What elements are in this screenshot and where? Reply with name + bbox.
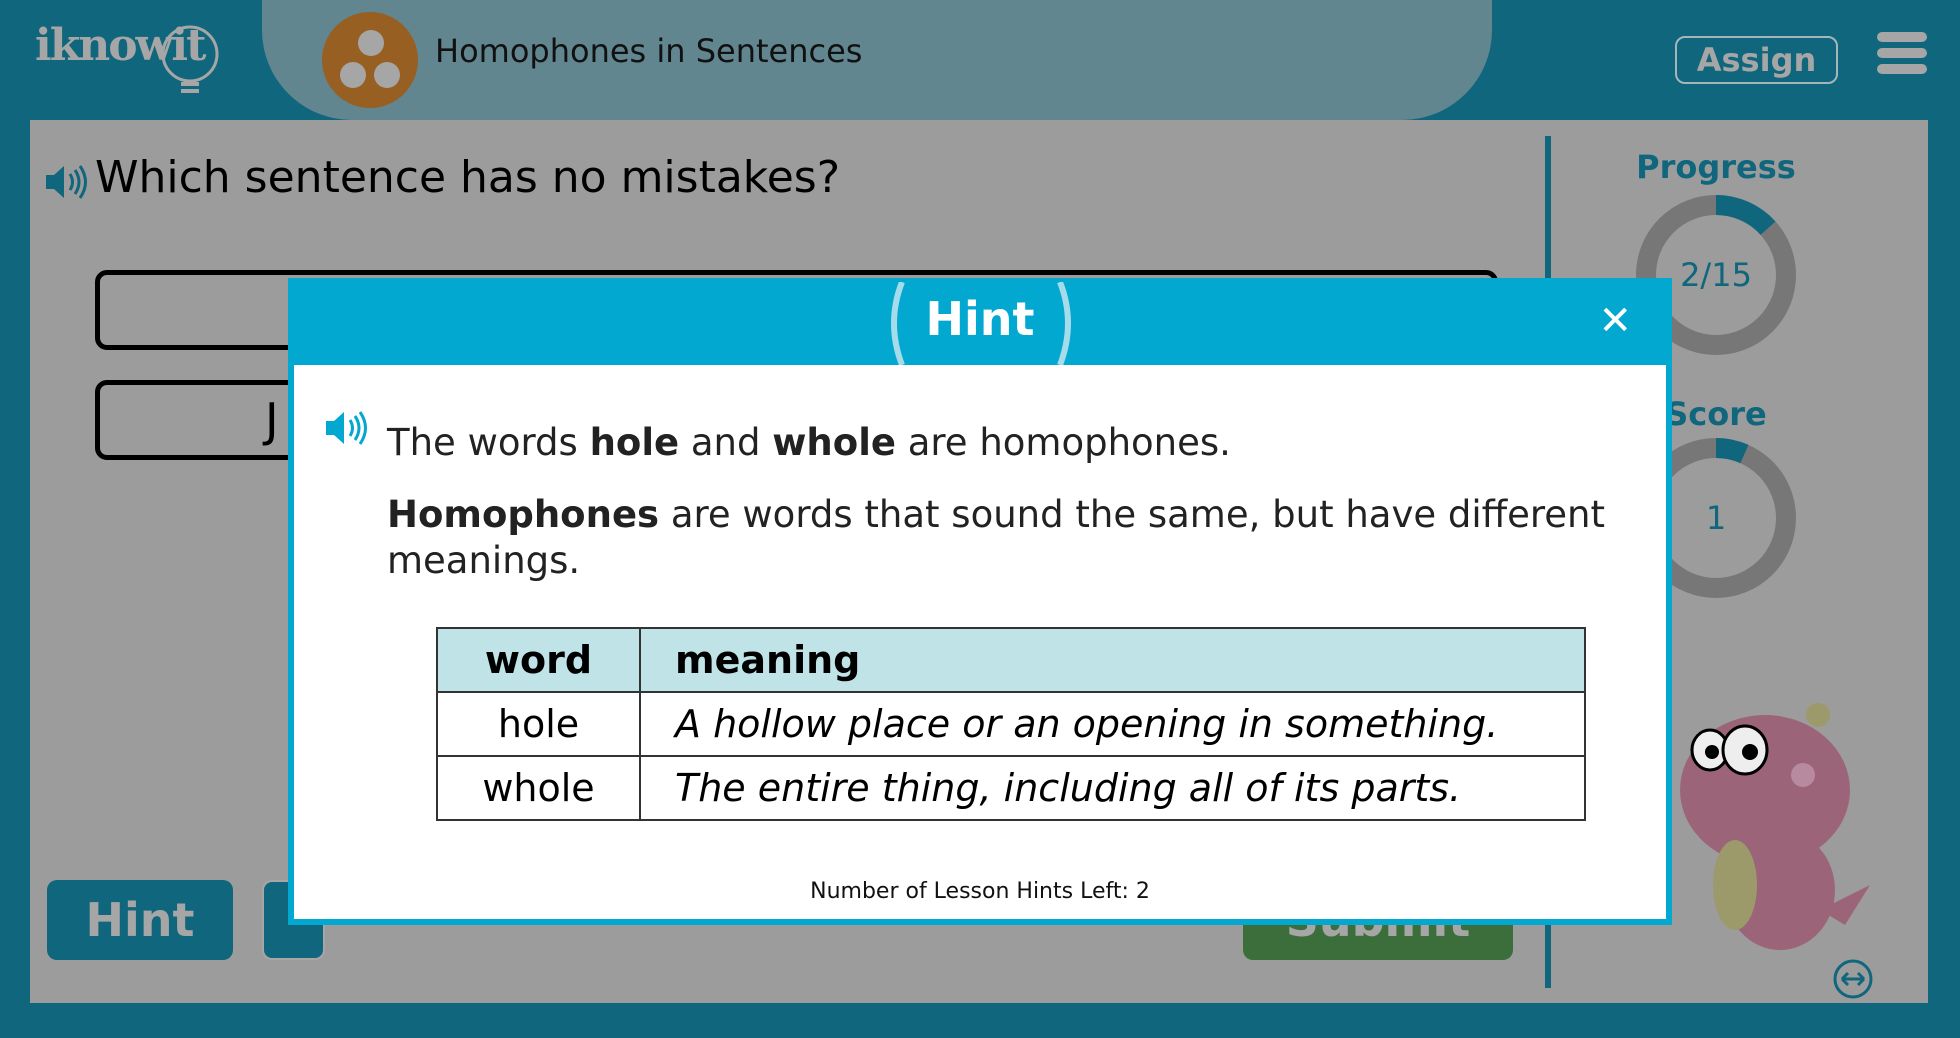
modal-title: Hint (925, 292, 1035, 346)
hint-definition: Homophones are words that sound the same… (387, 493, 1606, 582)
table-row: hole A hollow place or an opening in some… (436, 691, 1586, 757)
option-text: J (265, 393, 279, 447)
word-cell: hole (436, 691, 641, 757)
lesson-title: Homophones in Sentences (435, 32, 863, 70)
hints-left-text: Number of Lesson Hints Left: 2 (810, 879, 1150, 904)
close-icon[interactable]: ✕ (1598, 298, 1632, 344)
word-cell: whole (436, 755, 641, 821)
table-header-row: word meaning (436, 627, 1586, 693)
column-header: word (436, 627, 641, 693)
monster-mascot (1680, 703, 1870, 950)
question-text: Which sentence has no mistakes? (95, 152, 841, 203)
table-row: whole The entire thing, including all of … (436, 755, 1586, 821)
modal-header: Hint ✕ (288, 278, 1672, 365)
speaker-icon[interactable] (44, 162, 88, 202)
hint-line-1: The words hole and whole are homophones. (387, 421, 1231, 464)
hint-modal: Hint ✕ The words hole and whole are homo… (288, 278, 1672, 925)
homophone-table: word meaning hole A hollow place or an ope… (436, 627, 1586, 821)
hamburger-menu-icon[interactable] (1877, 32, 1927, 80)
speaker-icon[interactable] (324, 408, 368, 448)
hint-button[interactable]: Hint (47, 880, 233, 960)
meaning-cell: A hollow place or an opening in somethin… (639, 691, 1586, 757)
meaning-cell: The entire thing, including all of its p… (639, 755, 1586, 821)
lightbulb-icon (161, 25, 219, 93)
assign-button[interactable]: Assign (1675, 36, 1838, 84)
lesson-icon (322, 12, 418, 108)
column-header: meaning (639, 627, 1586, 693)
progress-label: Progress (1636, 148, 1796, 186)
swap-arrows-icon[interactable] (1832, 958, 1874, 1000)
iknowit-logo[interactable]: iknowit (35, 20, 225, 100)
